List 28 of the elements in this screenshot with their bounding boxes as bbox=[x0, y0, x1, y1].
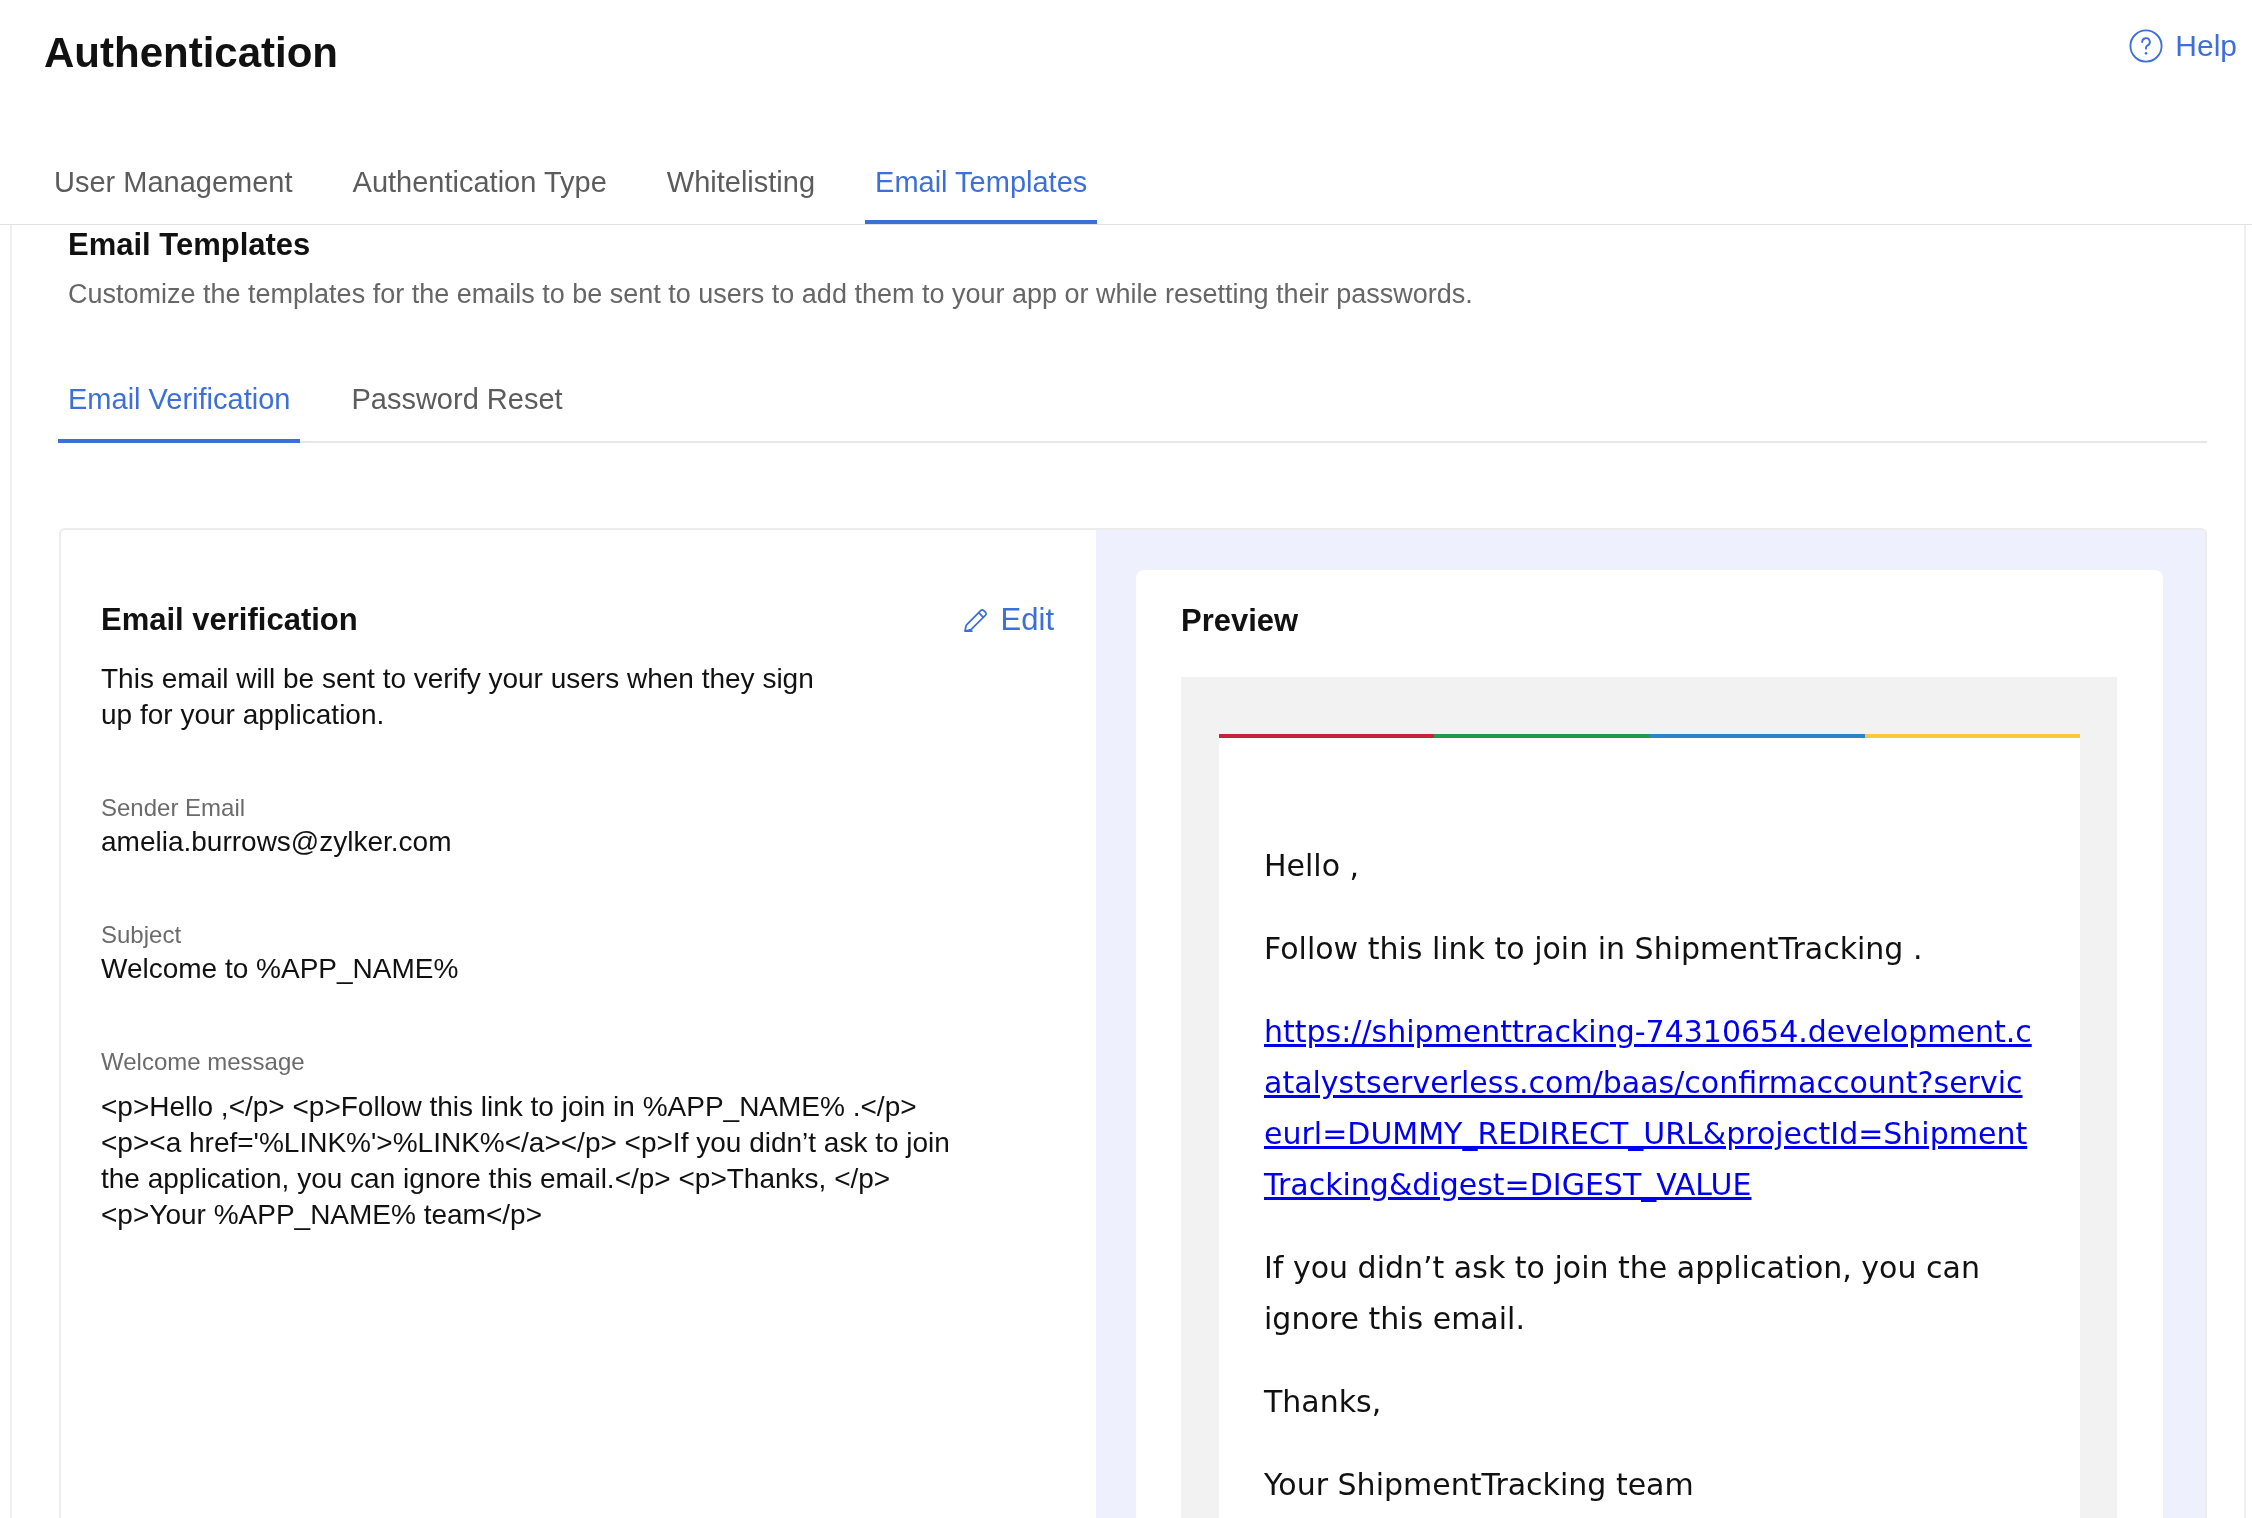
section-title: Email Templates bbox=[68, 226, 312, 264]
nav-tab[interactable]: Authentication Type bbox=[342, 140, 617, 224]
template-title: Email verification bbox=[101, 601, 358, 639]
email-paragraph: Thanks, bbox=[1264, 1383, 1383, 1421]
pencil-icon bbox=[961, 606, 990, 634]
email-paragraph: If you didn’t ask to join the application, you can ignore this email. bbox=[1264, 1249, 1981, 1338]
field-value: <p>Hello ,</p> <p>Follow this link to join in %APP_NAME% .</p> <p><a href='%LINK%'>%LINK%</a></p> <p>If you didn’t ask to join the application, you can ignore this email.</p> <p>Thanks, </p> <p>Your %APP_NAME% team</p> bbox=[101, 1090, 951, 1232]
field-value: Welcome to %APP_NAME% bbox=[101, 952, 460, 986]
email-paragraph: Your ShipmentTracking team bbox=[1264, 1466, 1695, 1504]
email-paragraph: Follow this link to join in ShipmentTracking . bbox=[1264, 930, 1924, 968]
nav-tab[interactable]: Whitelisting bbox=[656, 140, 826, 224]
help-icon bbox=[2129, 29, 2164, 63]
help-link[interactable]: Help bbox=[2129, 28, 2237, 64]
preview-title: Preview bbox=[1181, 602, 1300, 640]
field-label: Subject bbox=[101, 920, 183, 950]
subtab[interactable]: Email Verification bbox=[58, 361, 301, 443]
field-label: Sender Email bbox=[101, 793, 247, 823]
nav-tab[interactable]: Email Templates bbox=[865, 140, 1098, 224]
field-value: amelia.burrows@zylker.com bbox=[101, 825, 453, 859]
page-title: Authentication bbox=[44, 28, 338, 78]
edit-link[interactable]: Edit bbox=[961, 600, 1054, 640]
section-description: Customize the templates for the emails to be sent to users to add them to your app or while resetting their passwords. bbox=[68, 278, 1474, 311]
template-description: This email will be sent to verify your users when they sign up for your application. bbox=[101, 662, 815, 732]
email-paragraph: Hello , bbox=[1264, 847, 1361, 885]
nav-tab[interactable]: User Management bbox=[44, 140, 303, 224]
field-label: Welcome message bbox=[101, 1047, 306, 1077]
subtab[interactable]: Password Reset bbox=[341, 361, 573, 443]
email-link[interactable]: https://shipmenttracking-74310654.development.catalystserverless.com/baas/confirmaccount?serviceurl=DUMMY_REDIRECT_URL&projectId=ShipmentTracking&digest=DIGEST_VALUE bbox=[1264, 1006, 2040, 1210]
